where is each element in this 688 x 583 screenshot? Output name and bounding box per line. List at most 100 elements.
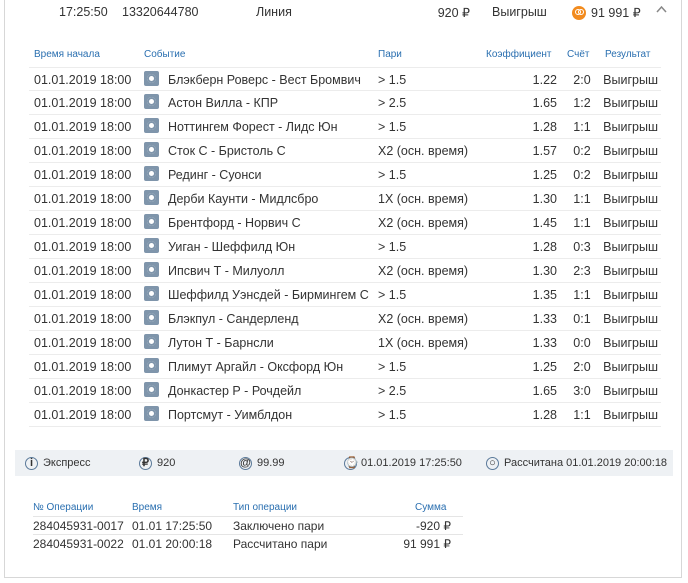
payout-coin-icon bbox=[572, 6, 586, 20]
soccer-ball-icon bbox=[144, 310, 159, 325]
row-date: 01.01.2019 18:00 bbox=[34, 312, 132, 326]
op-type: Рассчитано пари bbox=[233, 537, 328, 551]
at-icon: @ bbox=[239, 457, 252, 470]
row-result: Выигрыш bbox=[603, 144, 658, 158]
col-header-start-time[interactable]: Время начала bbox=[34, 49, 100, 60]
table-row: 01.01.2019 18:00 Блэкпул - Сандерленд Х2 (… bbox=[29, 307, 661, 331]
row-event: Уиган - Шеффилд Юн bbox=[168, 240, 296, 254]
row-date: 01.01.2019 18:00 bbox=[34, 264, 132, 278]
info-icon: i bbox=[25, 457, 38, 470]
table-row: 01.01.2019 18:00 Сток С - Бристоль С Х2 (о… bbox=[29, 139, 661, 163]
row-score: 2:3 bbox=[573, 264, 591, 278]
row-date: 01.01.2019 18:00 bbox=[34, 120, 132, 134]
soccer-ball-icon bbox=[144, 142, 159, 157]
row-odds: 1.65 bbox=[532, 384, 557, 398]
soccer-ball-icon bbox=[144, 334, 159, 349]
row-result: Выигрыш bbox=[603, 408, 658, 422]
row-date: 01.01.2019 18:00 bbox=[34, 288, 132, 302]
row-score: 0:1 bbox=[573, 312, 591, 326]
ops-header-time: Время bbox=[132, 502, 163, 513]
row-odds: 1.45 bbox=[532, 216, 557, 230]
row-date: 01.01.2019 18:00 bbox=[34, 360, 132, 374]
op-number: 284045931-0022 bbox=[33, 537, 124, 551]
row-score: 3:0 bbox=[573, 384, 591, 398]
soccer-ball-icon bbox=[144, 190, 159, 205]
row-event: Рединг - Суонси bbox=[168, 168, 262, 182]
row-bet: > 1.5 bbox=[378, 168, 407, 182]
row-bet: 1Х (осн. время) bbox=[378, 336, 469, 350]
row-result: Выигрыш bbox=[603, 336, 658, 350]
op-time: 01.01 20:00:18 bbox=[132, 537, 213, 551]
row-result: Выигрыш bbox=[603, 288, 658, 302]
row-result: Выигрыш bbox=[603, 360, 658, 374]
bet-details-panel: 17:25:50 13320644780 Линия 920 ₽ Выигрыш… bbox=[4, 0, 682, 578]
col-header-result[interactable]: Результат bbox=[605, 49, 650, 60]
table-row: 01.01.2019 18:00 Брентфорд - Норвич С Х2 (… bbox=[29, 211, 661, 235]
row-result: Выигрыш bbox=[603, 312, 658, 326]
row-score: 1:2 bbox=[573, 96, 591, 110]
row-result: Выигрыш bbox=[603, 73, 658, 87]
row-bet: > 1.5 bbox=[378, 408, 407, 422]
table-row: 01.01.2019 18:00 Рединг - Суонси > 1.5 1.25… bbox=[29, 163, 661, 187]
row-odds: 1.33 bbox=[532, 336, 557, 350]
table-row: 01.01.2019 18:00 Ноттингем Форест - Лидс … bbox=[29, 115, 661, 139]
row-date: 01.01.2019 18:00 bbox=[34, 384, 132, 398]
row-event: Блэкберн Роверс - Вест Бромвич bbox=[168, 73, 361, 87]
row-odds: 1.22 bbox=[532, 73, 557, 87]
bets-table-body: 01.01.2019 18:00 Блэкберн Роверс - Вест Б… bbox=[29, 67, 661, 427]
table-row: 01.01.2019 18:00 Лутон Т - Барнсли 1Х (осн… bbox=[29, 331, 661, 355]
row-score: 0:0 bbox=[573, 336, 591, 350]
soccer-ball-icon bbox=[144, 238, 159, 253]
col-header-event[interactable]: Событие bbox=[144, 49, 185, 60]
ruble-icon: ₽ bbox=[139, 457, 152, 470]
chevron-up-icon[interactable] bbox=[655, 3, 668, 19]
row-odds: 1.28 bbox=[532, 120, 557, 134]
row-odds: 1.35 bbox=[532, 288, 557, 302]
bet-header-row[interactable]: 17:25:50 13320644780 Линия 920 ₽ Выигрыш… bbox=[5, 0, 681, 26]
row-bet: Х2 (осн. время) bbox=[378, 264, 469, 278]
bet-payout: 91 991 ₽ bbox=[591, 6, 641, 20]
row-odds: 1.25 bbox=[532, 168, 557, 182]
soccer-ball-icon bbox=[144, 118, 159, 133]
row-score: 0:2 bbox=[573, 168, 591, 182]
row-result: Выигрыш bbox=[603, 264, 658, 278]
col-header-odds[interactable]: Коэффициент bbox=[486, 49, 552, 60]
table-row: 01.01.2019 18:00 Уиган - Шеффилд Юн > 1.5 1… bbox=[29, 235, 661, 259]
op-sum: 91 991 ₽ bbox=[403, 537, 451, 551]
row-score: 1:1 bbox=[573, 120, 591, 134]
col-header-score[interactable]: Счёт bbox=[567, 49, 589, 60]
row-odds: 1.30 bbox=[532, 264, 557, 278]
ops-header-op-type: Тип операции bbox=[233, 502, 298, 513]
row-bet: > 1.5 bbox=[378, 360, 407, 374]
row-bet: > 2.5 bbox=[378, 384, 407, 398]
row-event: Портсмут - Уимблдон bbox=[168, 408, 293, 422]
bet-id: 13320644780 bbox=[122, 5, 199, 19]
row-result: Выигрыш bbox=[603, 192, 658, 206]
row-score: 1:1 bbox=[573, 288, 591, 302]
row-score: 0:3 bbox=[573, 240, 591, 254]
row-event: Донкастер Р - Рочдейл bbox=[168, 384, 302, 398]
row-date: 01.01.2019 18:00 bbox=[34, 96, 132, 110]
summary-status: Рассчитана 01.01.2019 20:00:18 bbox=[504, 457, 668, 469]
bet-summary-bar: i Экспресс ₽ 920 @ 99.99 ⌚ 01.01.2019 17… bbox=[15, 450, 673, 476]
row-event: Ноттингем Форест - Лидс Юн bbox=[168, 120, 338, 134]
row-event: Брентфорд - Норвич С bbox=[168, 216, 301, 230]
row-event: Сток С - Бристоль С bbox=[168, 144, 286, 158]
row-odds: 1.30 bbox=[532, 192, 557, 206]
summary-odds: 99.99 bbox=[257, 457, 285, 469]
row-event: Астон Вилла - КПР bbox=[168, 96, 279, 110]
table-row: 01.01.2019 18:00 Блэкберн Роверс - Вест Б… bbox=[29, 67, 661, 91]
row-result: Выигрыш bbox=[603, 168, 658, 182]
row-score: 1:1 bbox=[573, 216, 591, 230]
col-header-bet[interactable]: Пари bbox=[378, 49, 402, 60]
operation-row: 284045931-0022 01.01 20:00:18 Рассчитано п… bbox=[33, 534, 463, 553]
row-odds: 1.28 bbox=[532, 240, 557, 254]
op-sum: -920 ₽ bbox=[416, 519, 451, 533]
row-bet: > 1.5 bbox=[378, 73, 407, 87]
soccer-ball-icon bbox=[144, 406, 159, 421]
row-event: Блэкпул - Сандерленд bbox=[168, 312, 299, 326]
row-bet: Х2 (осн. время) bbox=[378, 144, 469, 158]
row-event: Шеффилд Уэнсдей - Бирмингем С bbox=[168, 288, 369, 302]
table-row: 01.01.2019 18:00 Плимут Аргайл - Оксфорд … bbox=[29, 355, 661, 379]
row-event: Дерби Каунти - Мидлсбро bbox=[168, 192, 319, 206]
